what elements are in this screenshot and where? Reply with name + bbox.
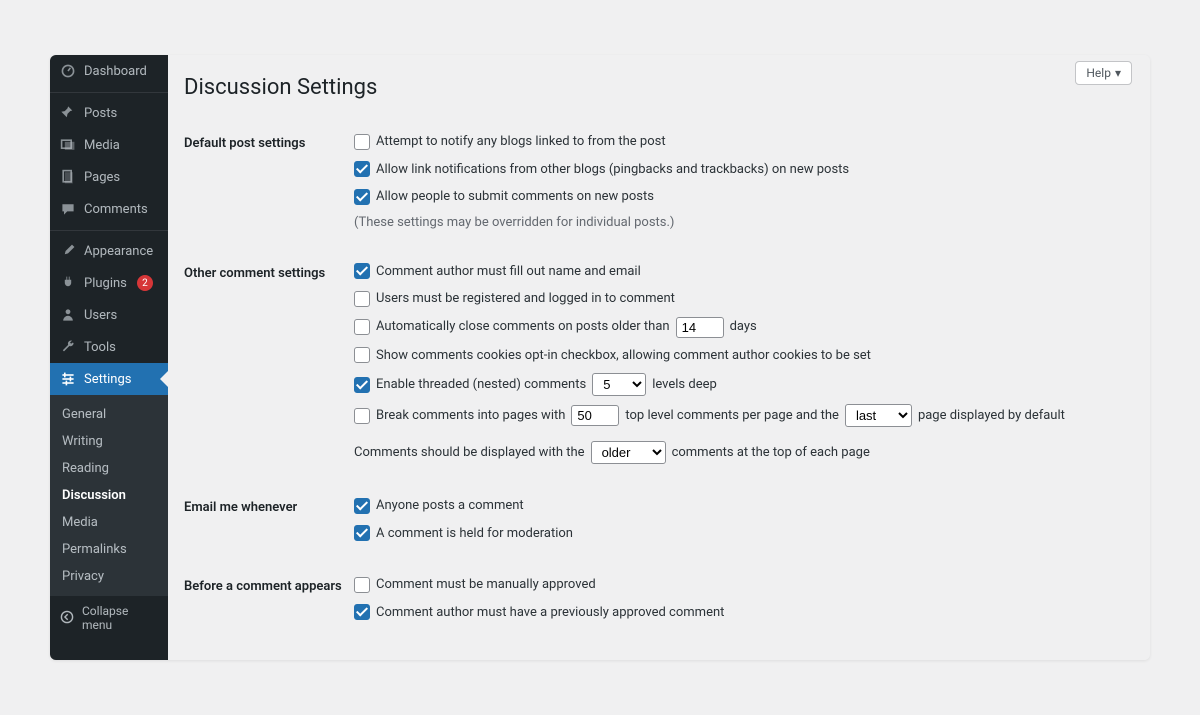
plug-icon [60,275,76,291]
pin-icon [60,105,76,121]
label-pingbacks: Allow link notifications from other blog… [376,160,849,180]
sidebar-label: Posts [84,106,117,121]
input-close-days[interactable] [676,317,724,338]
checkbox-email-post[interactable] [354,498,370,514]
app-frame: Dashboard Posts Media Pages Comments App… [50,55,1150,660]
checkbox-previously-approved[interactable] [354,604,370,620]
collapse-icon [60,610,74,627]
sidebar-item-comments[interactable]: Comments [50,193,168,225]
label-threaded-prefix: Enable threaded (nested) comments [376,375,586,395]
label-email-moderation: A comment is held for moderation [376,524,573,544]
sidebar-item-settings[interactable]: Settings [50,363,168,395]
label-paginate-prefix: Break comments into pages with [376,406,565,426]
checkbox-email-moderation[interactable] [354,525,370,541]
checkbox-name-email[interactable] [354,263,370,279]
settings-form: Default post settings Attempt to notify … [184,118,1132,640]
sidebar-item-users[interactable]: Users [50,299,168,331]
label-threaded-suffix: levels deep [652,375,717,395]
submenu-privacy[interactable]: Privacy [50,563,168,590]
sidebar-label: Settings [84,372,131,387]
sidebar-label: Dashboard [84,64,147,79]
section-heading-default: Default post settings [184,118,354,248]
caret-down-icon: ▾ [1115,66,1121,80]
comment-icon [60,201,76,217]
select-sort-order[interactable]: older [591,441,666,464]
label-paginate-suffix: page displayed by default [918,406,1065,426]
checkbox-cookies-optin[interactable] [354,347,370,363]
sidebar-item-plugins[interactable]: Plugins 2 [50,267,168,299]
media-icon [60,137,76,153]
checkbox-registered[interactable] [354,291,370,307]
label-registered: Users must be registered and logged in t… [376,289,675,309]
admin-sidebar: Dashboard Posts Media Pages Comments App… [50,55,168,660]
label-email-post: Anyone posts a comment [376,496,524,516]
collapse-menu-button[interactable]: Collapse menu [50,596,168,640]
sidebar-label: Pages [84,170,120,185]
sidebar-item-dashboard[interactable]: Dashboard [50,55,168,87]
sidebar-label: Users [84,308,117,323]
submenu-permalinks[interactable]: Permalinks [50,536,168,563]
submenu-discussion[interactable]: Discussion [50,482,168,509]
user-icon [60,307,76,323]
settings-submenu: General Writing Reading Discussion Media… [50,395,168,596]
sidebar-label: Comments [84,202,148,217]
settings-icon [60,371,76,387]
checkbox-notify-blogs[interactable] [354,134,370,150]
label-previously-approved: Comment author must have a previously ap… [376,603,724,623]
label-sort-prefix: Comments should be displayed with the [354,443,585,463]
checkbox-pingbacks[interactable] [354,161,370,177]
sidebar-item-posts[interactable]: Posts [50,97,168,129]
section-heading-other: Other comment settings [184,248,354,483]
page-title: Discussion Settings [184,67,1132,118]
label-auto-close-prefix: Automatically close comments on posts ol… [376,317,670,337]
checkbox-auto-close[interactable] [354,319,370,335]
label-cookies-optin: Show comments cookies opt-in checkbox, a… [376,346,871,366]
help-label: Help [1086,66,1111,80]
pages-icon [60,169,76,185]
sidebar-label: Plugins [84,276,127,291]
sidebar-item-tools[interactable]: Tools [50,331,168,363]
dashboard-icon [60,63,76,79]
update-badge: 2 [137,275,153,291]
help-button[interactable]: Help ▾ [1075,61,1132,85]
input-per-page[interactable] [571,405,619,426]
select-thread-depth[interactable]: 5 [592,373,646,396]
checkbox-paginate[interactable] [354,408,370,424]
sidebar-label: Appearance [84,244,153,259]
label-allow-comments: Allow people to submit comments on new p… [376,187,654,207]
submenu-media[interactable]: Media [50,509,168,536]
submenu-general[interactable]: General [50,401,168,428]
select-default-page[interactable]: last [845,404,912,427]
submenu-writing[interactable]: Writing [50,428,168,455]
sidebar-item-pages[interactable]: Pages [50,161,168,193]
label-auto-close-suffix: days [730,317,757,337]
sidebar-item-media[interactable]: Media [50,129,168,161]
section-heading-before: Before a comment appears [184,561,354,640]
submenu-reading[interactable]: Reading [50,455,168,482]
sidebar-item-appearance[interactable]: Appearance [50,235,168,267]
collapse-label: Collapse menu [82,604,158,632]
brush-icon [60,243,76,259]
label-name-email: Comment author must fill out name and em… [376,262,641,282]
label-manual-approve: Comment must be manually approved [376,575,596,595]
checkbox-manual-approve[interactable] [354,577,370,593]
sidebar-label: Media [84,138,120,153]
label-notify-blogs: Attempt to notify any blogs linked to fr… [376,132,666,152]
label-paginate-mid: top level comments per page and the [625,406,839,426]
label-sort-suffix: comments at the top of each page [672,443,870,463]
note-override: (These settings may be overridden for in… [354,215,1122,230]
sidebar-label: Tools [84,340,116,355]
section-heading-email: Email me whenever [184,482,354,561]
main-content: Help ▾ Discussion Settings Default post … [168,55,1150,660]
checkbox-threaded[interactable] [354,377,370,393]
checkbox-allow-comments[interactable] [354,189,370,205]
wrench-icon [60,339,76,355]
